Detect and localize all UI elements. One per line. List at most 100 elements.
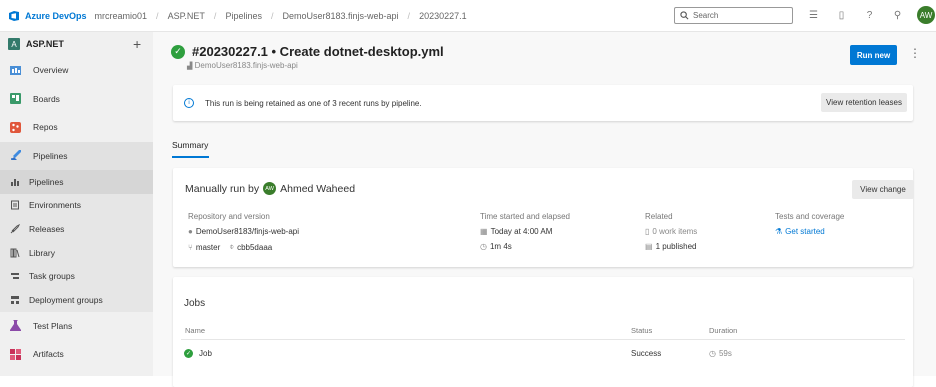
repo-version-header: Repository and version xyxy=(188,212,270,221)
sidebar-item-repos[interactable]: Repos xyxy=(0,113,153,142)
view-retention-leases-button[interactable]: View retention leases xyxy=(821,93,907,112)
user-avatar[interactable]: AW xyxy=(917,6,935,24)
branch-icon: ⑂ xyxy=(188,242,193,252)
repo-value[interactable]: ● DemoUser8183/finjs-web-api xyxy=(188,227,299,236)
breadcrumb-separator: / xyxy=(407,10,411,21)
add-icon[interactable]: + xyxy=(133,36,141,52)
user-avatar-small: AW xyxy=(263,182,277,195)
breadcrumb-separator: / xyxy=(270,10,274,21)
sidebar-item-test-plans[interactable]: Test Plans xyxy=(0,312,153,341)
sidebar-item-label: Overview xyxy=(33,65,69,76)
more-options-icon[interactable]: ⋮ xyxy=(909,46,921,60)
related-header: Related xyxy=(645,212,673,221)
search-box[interactable]: Search xyxy=(674,7,793,24)
published-label: 1 published xyxy=(655,242,697,251)
sidebar-item-label: Environments xyxy=(29,200,81,211)
marketplace-icon[interactable]: ▯ xyxy=(836,10,847,21)
jobs-header-name: Name xyxy=(185,326,206,335)
jobs-title: Jobs xyxy=(184,298,206,309)
retention-banner: i This run is being retained as one of 3… xyxy=(173,85,913,121)
work-item-icon: ▯ xyxy=(645,227,650,236)
get-started-label: Get started xyxy=(785,227,825,236)
sidebar-subitem-environments[interactable]: Environments xyxy=(0,194,153,218)
sidebar-subitem-task-groups[interactable]: Task groups xyxy=(0,264,153,288)
sidebar-item-label: Test Plans xyxy=(33,320,73,331)
project-badge: A xyxy=(8,38,20,50)
help-icon[interactable]: ? xyxy=(864,10,875,21)
search-placeholder: Search xyxy=(693,11,719,20)
run-new-button[interactable]: Run new xyxy=(850,45,897,65)
jobs-header-duration: Duration xyxy=(709,326,738,335)
manually-run-by-label: Manually run by xyxy=(185,182,260,195)
sidebar-item-label: Task groups xyxy=(29,271,75,282)
branch-label[interactable]: master xyxy=(196,243,220,252)
repo-value-label: DemoUser8183/finjs-web-api xyxy=(195,227,299,236)
success-check-icon: ✓ xyxy=(171,44,185,59)
sidebar-item-boards[interactable]: Boards xyxy=(0,85,153,114)
job-status: Success xyxy=(631,349,662,358)
breadcrumb-org[interactable]: mrcreamio01 xyxy=(95,11,148,21)
sidebar-item-label: Boards xyxy=(33,93,60,104)
calendar-icon: ▦ xyxy=(480,227,488,236)
get-started-link[interactable]: ⚗ Get started xyxy=(775,227,825,236)
sidebar-subitem-releases[interactable]: Releases xyxy=(0,217,153,241)
environments-icon xyxy=(10,200,20,210)
jobs-header-status: Status xyxy=(631,326,653,335)
search-icon xyxy=(680,11,689,20)
flask-icon: ⚗ xyxy=(775,227,783,236)
published-artifacts[interactable]: ▤ 1 published xyxy=(645,242,696,251)
sidebar-subitem-library[interactable]: Library xyxy=(0,241,153,265)
manually-run-by: Manually run by AW Ahmed Waheed xyxy=(185,182,355,195)
commit-label[interactable]: cbb5daaa xyxy=(237,243,272,252)
job-row[interactable]: ✓ Job xyxy=(184,349,212,358)
user-name[interactable]: Ahmed Waheed xyxy=(280,183,355,195)
breadcrumb-run[interactable]: 20230227.1 xyxy=(419,11,467,21)
tab-active-indicator xyxy=(172,156,209,158)
sidebar-item-pipelines[interactable]: Pipelines xyxy=(0,141,153,170)
project-header[interactable]: A ASP.NET xyxy=(0,32,153,56)
jobs-divider xyxy=(181,339,905,340)
test-plans-icon xyxy=(8,319,22,333)
sidebar-item-artifacts[interactable]: Artifacts xyxy=(0,340,153,369)
jobs-card: Jobs Name Status Duration ✓ Job Success … xyxy=(173,277,913,387)
time-header: Time started and elapsed xyxy=(480,212,570,221)
sidebar-item-label: Repos xyxy=(33,122,58,133)
sidebar-item-overview[interactable]: Overview xyxy=(0,56,153,85)
github-icon: ● xyxy=(188,227,193,236)
top-bar: Azure DevOps mrcreamio01 / ASP.NET / Pip… xyxy=(0,0,936,32)
azure-devops-logo-icon[interactable] xyxy=(8,10,20,22)
clock-icon: ◷ xyxy=(480,242,487,251)
sidebar-subitem-pipelines[interactable]: Pipelines xyxy=(0,170,153,194)
job-duration-label: 59s xyxy=(718,349,732,358)
page-title: #20230227.1 • Create dotnet-desktop.yml xyxy=(192,44,444,59)
pipelines-submenu: Pipelines Environments Releases Library … xyxy=(0,170,153,312)
breadcrumb-separator: / xyxy=(156,10,159,21)
project-name: ASP.NET xyxy=(26,39,64,49)
run-repo-link[interactable]: ▟ DemoUser8183.finjs-web-api xyxy=(187,61,298,70)
pipelines-sub-icon xyxy=(10,177,20,187)
elapsed-label: 1m 4s xyxy=(489,242,512,251)
sidebar-subitem-deployment-groups[interactable]: Deployment groups xyxy=(0,288,153,312)
time-started-label: Today at 4:00 AM xyxy=(490,227,553,236)
sidebar-item-label: Pipelines xyxy=(33,150,68,161)
job-name: Job xyxy=(199,349,212,358)
brand-link[interactable]: Azure DevOps xyxy=(25,11,87,21)
breadcrumb-separator: / xyxy=(213,10,217,21)
clock-icon: ◷ xyxy=(709,349,716,358)
breadcrumb-project[interactable]: ASP.NET xyxy=(168,11,205,21)
tab-summary[interactable]: Summary xyxy=(172,140,208,150)
work-items-label: 0 work items xyxy=(652,227,698,236)
sidebar-item-label: Deployment groups xyxy=(29,294,103,305)
branch-commit: ⑂ master ⌽ cbb5daaa xyxy=(188,242,272,252)
releases-icon xyxy=(10,223,20,234)
info-icon: i xyxy=(184,98,194,108)
main-content: ✓ #20230227.1 • Create dotnet-desktop.ym… xyxy=(153,32,936,387)
run-repo-label: DemoUser8183.finjs-web-api xyxy=(194,61,298,70)
list-icon[interactable]: ☰ xyxy=(808,10,819,21)
view-change-button[interactable]: View change xyxy=(852,180,914,199)
user-settings-icon[interactable]: ⚲ xyxy=(892,10,903,21)
boards-icon xyxy=(8,92,22,106)
breadcrumb-pipeline-name[interactable]: DemoUser8183.finjs-web-api xyxy=(282,11,398,21)
success-check-icon: ✓ xyxy=(184,349,193,358)
breadcrumb-pipelines[interactable]: Pipelines xyxy=(225,11,262,21)
